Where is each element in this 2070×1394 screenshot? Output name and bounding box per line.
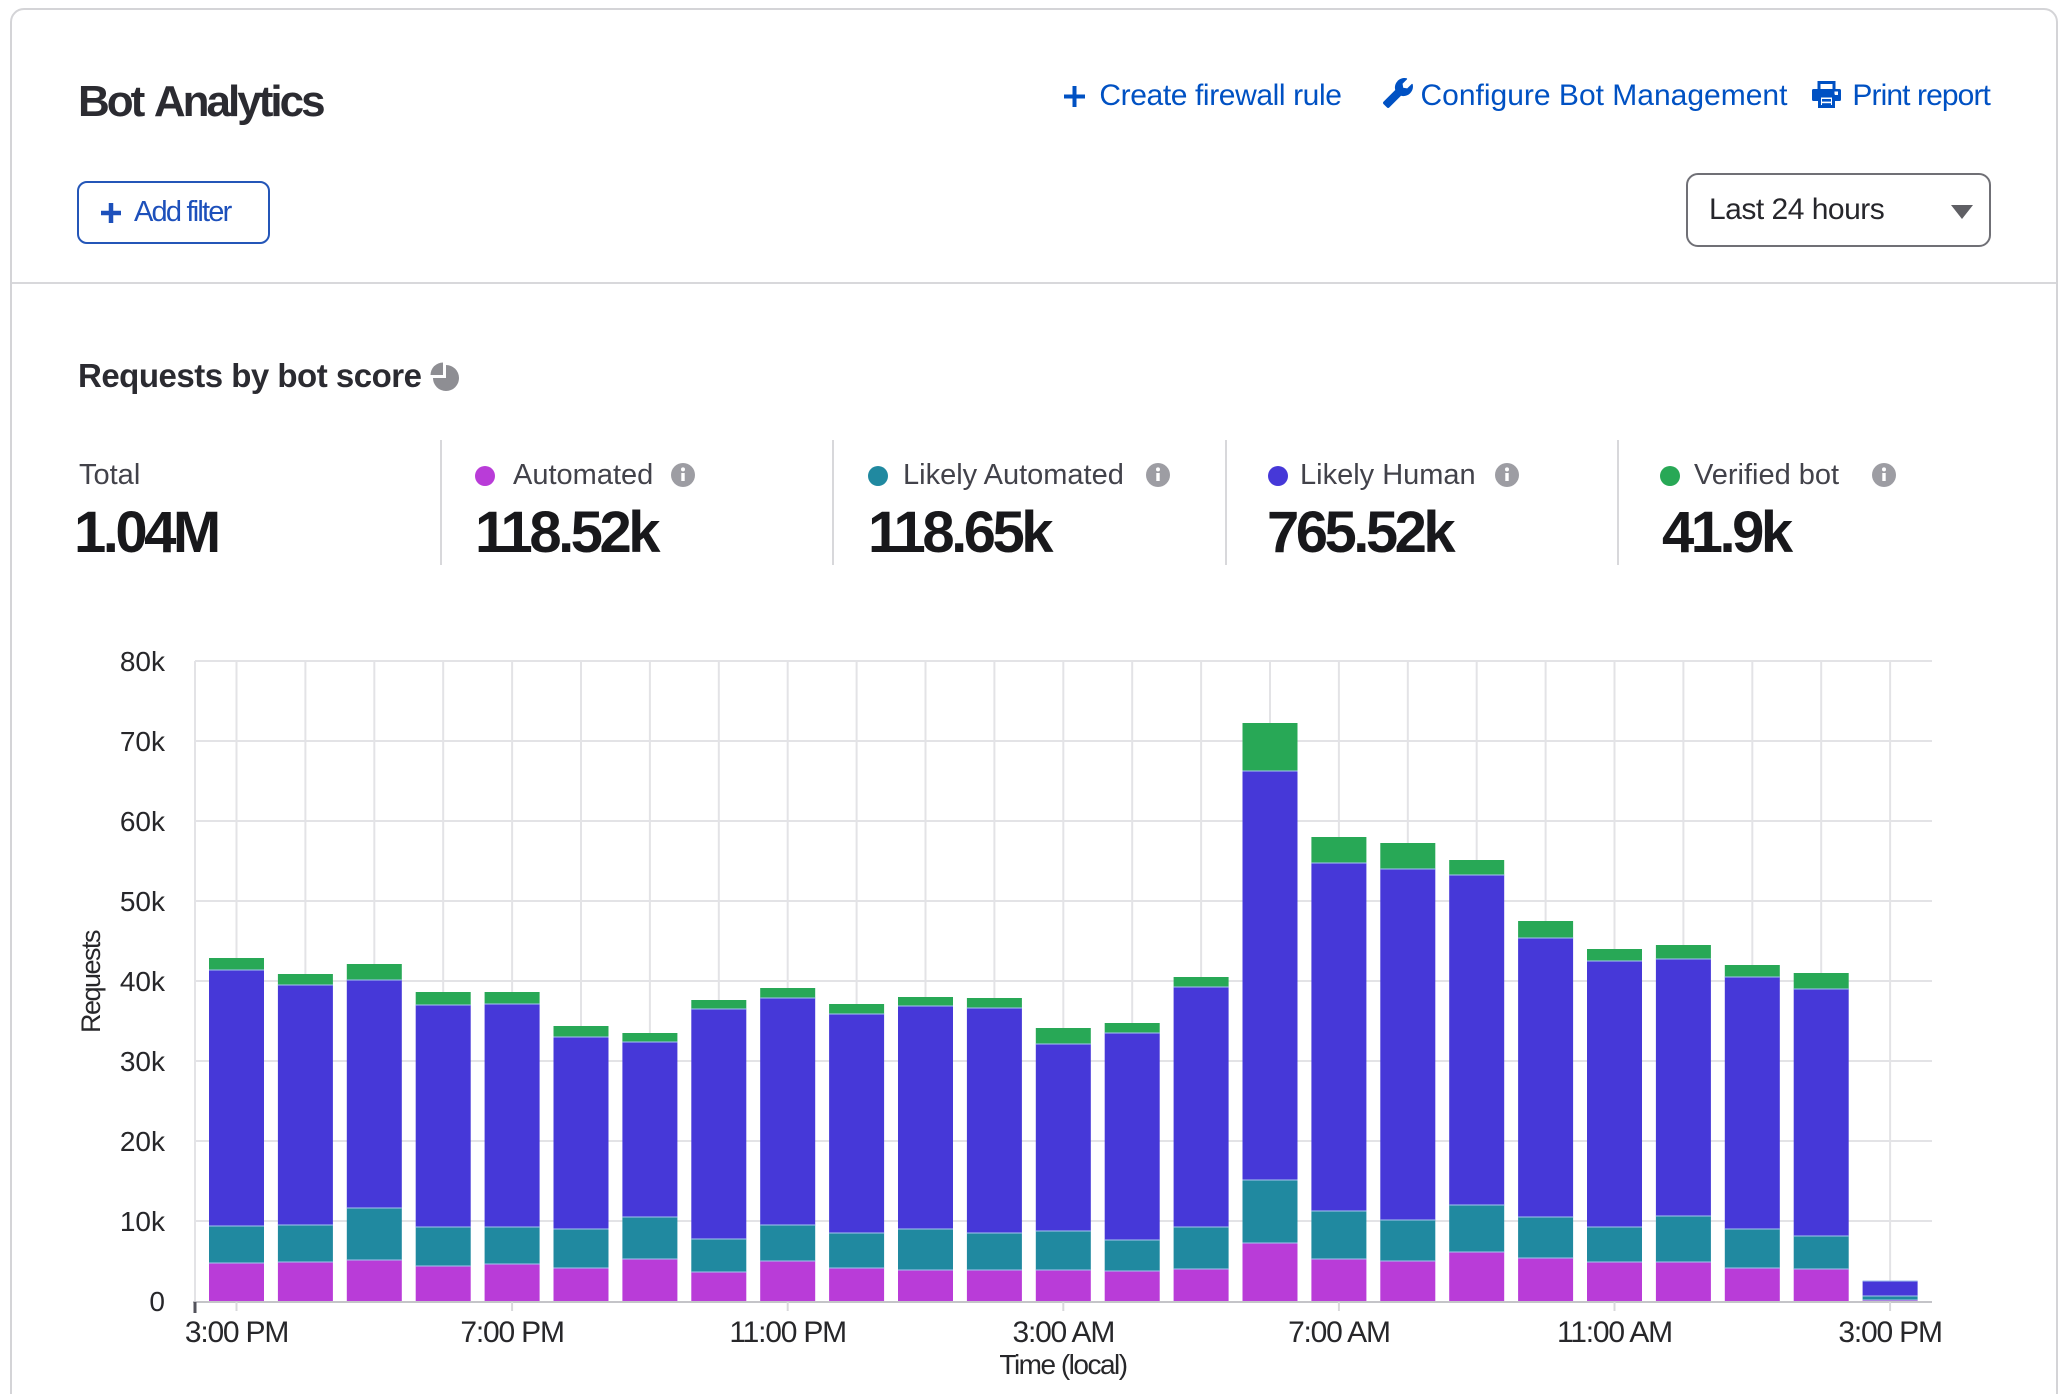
svg-text:0: 0	[149, 1286, 165, 1317]
svg-text:Requests: Requests	[76, 930, 106, 1033]
svg-text:80k: 80k	[120, 646, 166, 677]
svg-text:60k: 60k	[120, 806, 166, 837]
svg-text:30k: 30k	[120, 1046, 166, 1077]
svg-text:3:00 PM: 3:00 PM	[1838, 1316, 1941, 1349]
svg-text:7:00 AM: 7:00 AM	[1288, 1316, 1390, 1349]
svg-text:Time (local): Time (local)	[999, 1349, 1126, 1380]
svg-text:11:00 PM: 11:00 PM	[729, 1316, 846, 1349]
svg-text:20k: 20k	[120, 1126, 166, 1157]
svg-text:7:00 PM: 7:00 PM	[460, 1316, 563, 1349]
svg-text:50k: 50k	[120, 886, 166, 917]
svg-text:3:00 PM: 3:00 PM	[185, 1316, 288, 1349]
svg-text:10k: 10k	[120, 1206, 166, 1237]
svg-text:70k: 70k	[120, 726, 166, 757]
svg-text:11:00 AM: 11:00 AM	[1557, 1316, 1672, 1349]
svg-text:40k: 40k	[120, 966, 166, 997]
svg-text:3:00 AM: 3:00 AM	[1012, 1316, 1114, 1349]
